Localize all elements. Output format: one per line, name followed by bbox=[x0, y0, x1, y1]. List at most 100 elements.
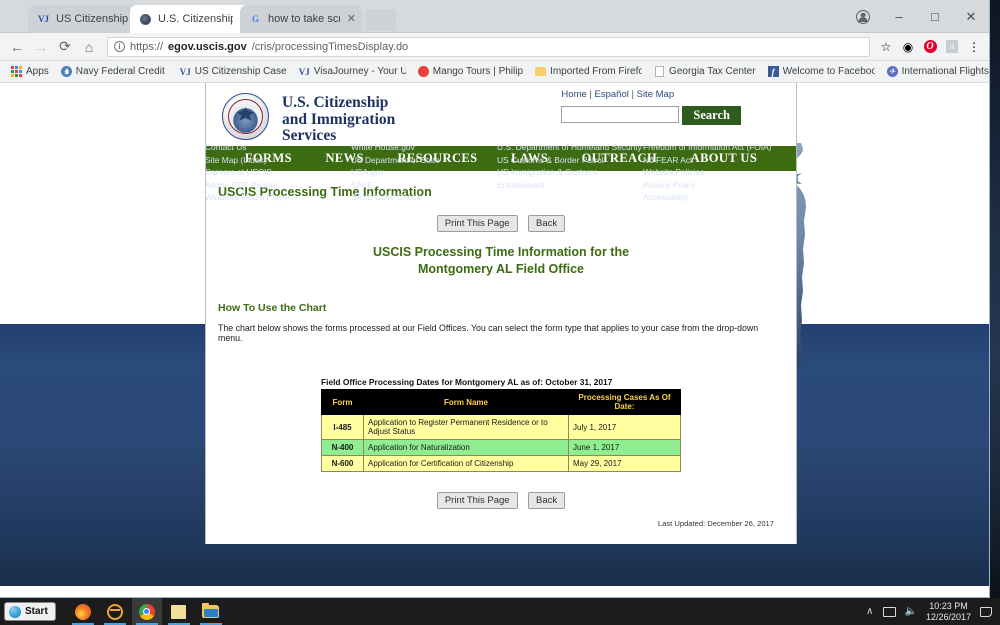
url-path: /cris/processingTimesDisplay.do bbox=[251, 40, 409, 53]
footer-link-website-policies[interactable]: Website Policies bbox=[643, 166, 789, 179]
close-window-button[interactable]: ✕ bbox=[953, 0, 989, 33]
main-heading-line2: Montgomery AL Field Office bbox=[418, 262, 584, 276]
bookmark-visajourney[interactable]: VJ VisaJourney - Your U bbox=[294, 63, 411, 81]
footer-column-3: U.S. Department of Homeland Security US … bbox=[497, 141, 643, 204]
main-heading: USCIS Processing Time Information for th… bbox=[218, 244, 784, 278]
toolbar-extension-icons: ☆ ◉ O A ⋮ bbox=[877, 38, 983, 56]
maximize-button[interactable]: □ bbox=[917, 0, 953, 33]
link-home[interactable]: Home bbox=[561, 89, 586, 100]
action-center-icon[interactable] bbox=[980, 606, 992, 617]
mail-taskbar-icon[interactable] bbox=[100, 598, 130, 625]
search-input[interactable] bbox=[561, 106, 680, 123]
profile-avatar-icon[interactable] bbox=[845, 0, 881, 33]
footer-link-state-dept[interactable]: US Department of State bbox=[351, 154, 497, 167]
footer-link-cbp[interactable]: US Customs & Border Patrol bbox=[497, 154, 643, 167]
footer-link-dhs[interactable]: U.S. Department of Homeland Security bbox=[497, 141, 643, 154]
browser-tab-label: how to take screen shot bbox=[268, 13, 340, 25]
footer-link-save[interactable]: SAVE bbox=[351, 179, 497, 192]
footer-link-ice[interactable]: US Immigration & Customs Enforcement bbox=[497, 166, 643, 191]
bookmark-label: Navy Federal Credit U bbox=[75, 66, 168, 77]
back-button-top[interactable]: Back bbox=[528, 215, 566, 232]
bookmark-facebook[interactable]: f Welcome to Faceboo bbox=[763, 63, 880, 81]
bookmark-us-citizenship-case[interactable]: VJ US Citizenship Case F bbox=[175, 63, 292, 81]
opera-extension-icon[interactable]: O bbox=[921, 38, 939, 56]
chrome-taskbar-icon[interactable] bbox=[131, 598, 162, 625]
footer-link-windows-media-player[interactable]: Windows Media Player bbox=[205, 191, 351, 204]
bookmark-label: Imported From Firefo bbox=[550, 66, 643, 77]
footer-link-save-case-check[interactable]: SAVE Case Check bbox=[351, 191, 497, 204]
search-button[interactable]: Search bbox=[682, 106, 741, 125]
pdf-extension-icon[interactable]: A bbox=[943, 38, 961, 56]
site-info-icon[interactable]: i bbox=[114, 41, 125, 52]
cell-processing-date: June 1, 2017 bbox=[568, 439, 681, 456]
new-tab-button[interactable] bbox=[366, 9, 396, 31]
search-form: Search bbox=[561, 106, 741, 125]
agency-name: U.S. Citizenship and Immigration Service… bbox=[282, 93, 395, 146]
print-this-page-button-bottom[interactable]: Print This Page bbox=[436, 492, 518, 509]
google-icon: G bbox=[251, 14, 259, 24]
bookmark-label: International Flights: bbox=[901, 66, 989, 77]
cell-form-name: Application for Certification of Citizen… bbox=[363, 455, 569, 472]
footer-column-2: White House.gov US Department of State U… bbox=[351, 141, 497, 204]
cell-form-code: I-485 bbox=[321, 414, 364, 440]
notes-taskbar-icon[interactable] bbox=[164, 598, 194, 625]
agency-name-line2: and Immigration bbox=[282, 110, 396, 128]
bookmark-label: VisaJourney - Your U bbox=[313, 66, 406, 77]
home-icon[interactable]: ⌂ bbox=[78, 36, 100, 58]
cast-icon[interactable]: ◉ bbox=[899, 38, 917, 56]
bookmark-star-icon[interactable]: ☆ bbox=[877, 38, 895, 56]
browser-tab-label: U.S. Citizenship and Imm bbox=[158, 13, 233, 25]
browser-tab-strip: VJ US Citizenship Case Filin ✕ U.S. Citi… bbox=[0, 0, 989, 33]
file-explorer-taskbar-icon[interactable] bbox=[196, 598, 226, 625]
footer-link-usa-gov[interactable]: USA.gov bbox=[351, 166, 497, 179]
folder-icon bbox=[535, 66, 547, 77]
volume-icon[interactable]: 🔈 bbox=[905, 606, 917, 617]
footer-link-site-map[interactable]: Site Map (Index) bbox=[205, 154, 351, 167]
cell-form-name: Application for Naturalization bbox=[363, 439, 569, 456]
bookmark-imported-from-firefox[interactable]: Imported From Firefo bbox=[530, 63, 647, 81]
print-this-page-button-top[interactable]: Print This Page bbox=[436, 215, 518, 232]
column-header-processing-date: Processing Cases As Of Date: bbox=[568, 389, 681, 415]
browser-toolbar: ← → ⟳ ⌂ i https:// egov.uscis.gov/cris/pr… bbox=[0, 33, 989, 61]
close-icon[interactable]: ✕ bbox=[347, 13, 356, 25]
back-arrow-icon[interactable]: ← bbox=[6, 36, 28, 58]
address-bar[interactable]: i https:// egov.uscis.gov/cris/processing… bbox=[107, 36, 870, 57]
utility-area: Home | Español | Site Map Search bbox=[561, 89, 741, 125]
footer-link-contact-us[interactable]: Contact Us bbox=[205, 141, 351, 154]
table-row: N-400 Application for Naturalization Jun… bbox=[321, 439, 681, 456]
dhs-seal-icon bbox=[222, 93, 269, 140]
footer-link-white-house[interactable]: White House.gov bbox=[351, 141, 497, 154]
footer-link-no-fear-act[interactable]: No FEAR Act bbox=[643, 154, 789, 167]
footer-link-accessibility[interactable]: Accessibility bbox=[643, 191, 789, 204]
footer-link-privacy-policy[interactable]: Privacy Policy bbox=[643, 179, 789, 192]
back-button-bottom[interactable]: Back bbox=[528, 492, 566, 509]
clock-time: 10:23 PM bbox=[929, 600, 968, 611]
bookmark-mango-tours[interactable]: Mango Tours | Philip bbox=[413, 63, 528, 81]
facebook-icon: f bbox=[767, 66, 779, 77]
start-button[interactable]: Start bbox=[4, 602, 56, 621]
main-content: USCIS Processing Time Information Print … bbox=[206, 171, 796, 544]
footer-link-foia[interactable]: Freedom of Information Act (FOIA) bbox=[643, 141, 789, 154]
network-icon[interactable] bbox=[882, 606, 896, 617]
taskbar-clock[interactable]: 10:23 PM 12/26/2017 bbox=[926, 601, 971, 623]
reload-icon[interactable]: ⟳ bbox=[54, 36, 76, 58]
forward-arrow-icon[interactable]: → bbox=[30, 36, 52, 58]
show-hidden-icons-chevron-icon[interactable]: ∧ bbox=[866, 606, 873, 617]
vj-icon: VJ bbox=[38, 14, 49, 24]
browser-tab-2[interactable]: G how to take screen shot ✕ bbox=[240, 5, 362, 33]
link-espanol[interactable]: Español bbox=[595, 89, 629, 100]
processing-times-table: Form Form Name Processing Cases As Of Da… bbox=[321, 389, 681, 472]
browser-tab-1[interactable]: U.S. Citizenship and Imm ✕ bbox=[130, 5, 255, 33]
chrome-menu-icon[interactable]: ⋮ bbox=[965, 38, 983, 56]
window-controls: – □ ✕ bbox=[845, 0, 989, 33]
footer-link-adobe-pdf-reader[interactable]: Adobe PDF Reader bbox=[205, 179, 351, 192]
bookmark-international-flights[interactable]: ✈ International Flights: bbox=[882, 63, 989, 81]
bookmark-georgia-tax-center[interactable]: Georgia Tax Center bbox=[649, 63, 761, 81]
firefox-taskbar-icon[interactable] bbox=[68, 598, 98, 625]
bookmark-apps[interactable]: Apps bbox=[6, 63, 54, 81]
bookmarks-bar: Apps ♞ Navy Federal Credit U VJ US Citiz… bbox=[0, 61, 989, 83]
footer-link-careers[interactable]: Careers at USCIS bbox=[205, 166, 351, 179]
bookmark-navy-federal[interactable]: ♞ Navy Federal Credit U bbox=[56, 63, 173, 81]
link-site-map[interactable]: Site Map bbox=[637, 89, 675, 100]
minimize-button[interactable]: – bbox=[881, 0, 917, 33]
